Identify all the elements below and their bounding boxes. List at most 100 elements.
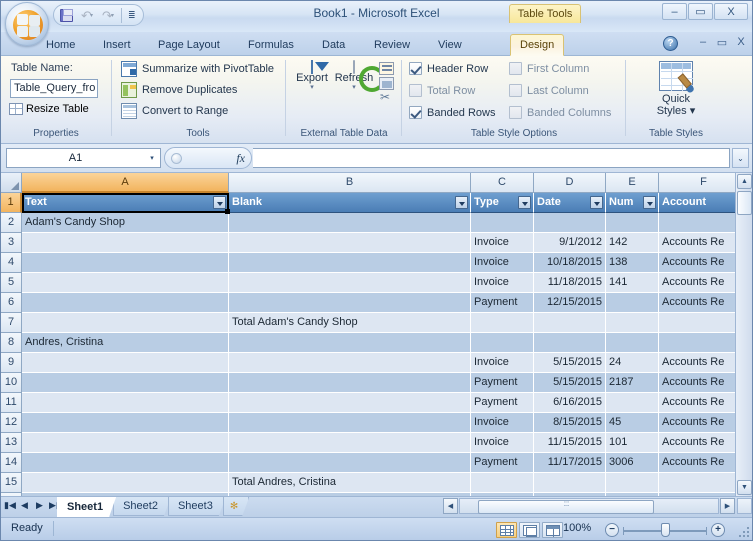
export-dropdown-icon[interactable]: ▾ [289, 84, 335, 91]
sheet-tab-sheet1[interactable]: Sheet1 [57, 497, 116, 517]
unlink-icon[interactable] [379, 90, 394, 105]
cell-B1[interactable]: Blank [229, 193, 471, 213]
cell-F4[interactable]: Accounts Re [659, 253, 735, 273]
cell-F8[interactable] [659, 333, 735, 353]
scroll-down-button[interactable]: ▼ [737, 480, 752, 495]
data-properties-icon[interactable] [379, 62, 394, 75]
cell-E14[interactable]: 3006 [606, 453, 659, 473]
cell-C8[interactable] [471, 333, 534, 353]
column-header-c[interactable]: C [471, 173, 534, 193]
cell-C9[interactable]: Invoice [471, 353, 534, 373]
sheet-tab-sheet2[interactable]: Sheet2 [113, 497, 171, 516]
cell-A13[interactable] [22, 433, 229, 453]
cell-D8[interactable] [534, 333, 606, 353]
cell-B9[interactable] [229, 353, 471, 373]
zoom-level-label[interactable]: 100% [563, 522, 591, 534]
cell-C1[interactable]: Type [471, 193, 534, 213]
cell-A9[interactable] [22, 353, 229, 373]
cell-D13[interactable]: 11/15/2015 [534, 433, 606, 453]
row-header-9[interactable]: 9 [1, 353, 22, 373]
cell-E15[interactable] [606, 473, 659, 493]
cell-B13[interactable] [229, 433, 471, 453]
column-header-a[interactable]: A [22, 173, 229, 193]
cell-B11[interactable] [229, 393, 471, 413]
checkbox-header-row[interactable]: Header Row [409, 62, 488, 75]
cell-B14[interactable] [229, 453, 471, 473]
cell-F12[interactable]: Accounts Re [659, 413, 735, 433]
row-header-3[interactable]: 3 [1, 233, 22, 253]
cell-E6[interactable] [606, 293, 659, 313]
scroll-right-button[interactable]: ▶ [720, 498, 735, 514]
cell-D15[interactable] [534, 473, 606, 493]
cell-B15[interactable]: Total Andres, Cristina [229, 473, 471, 493]
row-header-4[interactable]: 4 [1, 253, 22, 273]
checkbox-banded-columns[interactable]: Banded Columns [509, 106, 611, 119]
row-header-5[interactable]: 5 [1, 273, 22, 293]
summarize-with-pivottable-button[interactable]: Summarize with PivotTable [121, 61, 274, 77]
cell-D5[interactable]: 11/18/2015 [534, 273, 606, 293]
cell-A7[interactable] [22, 313, 229, 333]
cell-A2[interactable]: Adam's Candy Shop [22, 213, 229, 233]
close-button[interactable]: X [714, 3, 748, 20]
cell-E2[interactable] [606, 213, 659, 233]
scroll-left-button[interactable]: ◀ [443, 498, 458, 514]
convert-to-range-button[interactable]: Convert to Range [121, 103, 228, 119]
zoom-slider-thumb[interactable] [661, 523, 670, 537]
cell-C5[interactable]: Invoice [471, 273, 534, 293]
filter-dropdown-icon-e[interactable] [643, 196, 656, 209]
cell-C10[interactable]: Payment [471, 373, 534, 393]
cell-D11[interactable]: 6/16/2015 [534, 393, 606, 413]
resize-grip[interactable] [737, 525, 749, 537]
cell-A14[interactable] [22, 453, 229, 473]
cell-C3[interactable]: Invoice [471, 233, 534, 253]
cell-A4[interactable] [22, 253, 229, 273]
cell-B5[interactable] [229, 273, 471, 293]
help-icon[interactable]: ? [663, 36, 678, 51]
name-box-dropdown-icon[interactable]: ▾ [144, 154, 160, 162]
cell-E5[interactable]: 141 [606, 273, 659, 293]
row-header-12[interactable]: 12 [1, 413, 22, 433]
restore-window-button[interactable]: ▭ [715, 36, 729, 49]
cell-D3[interactable]: 9/1/2012 [534, 233, 606, 253]
cell-E4[interactable]: 138 [606, 253, 659, 273]
office-button[interactable] [5, 2, 49, 46]
cell-E10[interactable]: 2187 [606, 373, 659, 393]
restore-button[interactable]: ▭ [688, 3, 713, 20]
checkbox-last-column[interactable]: Last Column [509, 84, 589, 97]
row-header-6[interactable]: 6 [1, 293, 22, 313]
formula-input[interactable] [253, 148, 730, 168]
cell-F2[interactable] [659, 213, 735, 233]
cell-E7[interactable] [606, 313, 659, 333]
minimize-button[interactable]: – [662, 3, 687, 20]
cell-F13[interactable]: Accounts Re [659, 433, 735, 453]
cell-F6[interactable]: Accounts Re [659, 293, 735, 313]
cell-A1[interactable]: Text [22, 193, 229, 213]
cell-F5[interactable]: Accounts Re [659, 273, 735, 293]
cell-F3[interactable]: Accounts Re [659, 233, 735, 253]
cell-F1[interactable]: Account [659, 193, 735, 213]
row-header-15[interactable]: 15 [1, 473, 22, 493]
cell-D2[interactable] [534, 213, 606, 233]
cell-C7[interactable] [471, 313, 534, 333]
cell-B10[interactable] [229, 373, 471, 393]
cell-A10[interactable] [22, 373, 229, 393]
insert-worksheet-button[interactable]: ✻ [223, 497, 249, 516]
minimize-ribbon-button[interactable]: – [696, 36, 710, 49]
cell-A15[interactable] [22, 473, 229, 493]
tab-view[interactable]: View [429, 34, 471, 56]
cell-E9[interactable]: 24 [606, 353, 659, 373]
cell-B8[interactable] [229, 333, 471, 353]
cell-F11[interactable]: Accounts Re [659, 393, 735, 413]
refresh-button[interactable]: Refresh ▾ [331, 60, 377, 91]
cell-E1[interactable]: Num [606, 193, 659, 213]
vertical-scroll-thumb[interactable] [737, 191, 752, 215]
cell-C6[interactable]: Payment [471, 293, 534, 313]
table-name-input[interactable]: Table_Query_fro [10, 79, 98, 98]
first-sheet-button[interactable]: ▮◀ [4, 500, 16, 511]
filter-dropdown-icon-b[interactable] [455, 196, 468, 209]
checkbox-first-column[interactable]: First Column [509, 62, 589, 75]
cell-F10[interactable]: Accounts Re [659, 373, 735, 393]
normal-view-button[interactable] [496, 522, 517, 538]
cell-B4[interactable] [229, 253, 471, 273]
cell-F14[interactable]: Accounts Re [659, 453, 735, 473]
